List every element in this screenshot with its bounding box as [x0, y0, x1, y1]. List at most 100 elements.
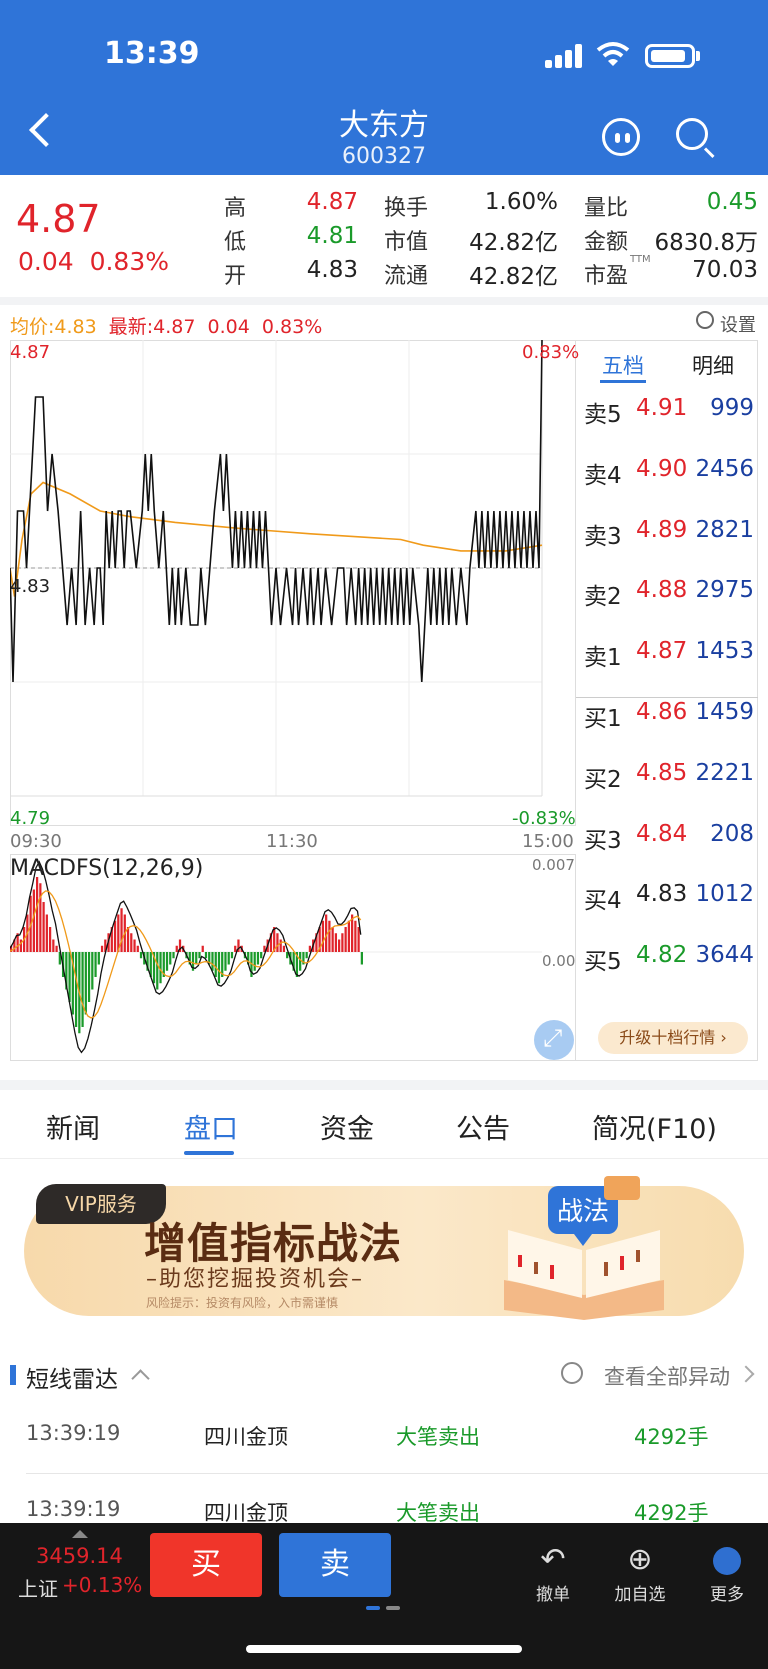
gear-icon[interactable] — [696, 311, 714, 329]
bid-level-row[interactable]: 买3 4.84 208 — [584, 820, 754, 854]
buy-button[interactable]: 买 — [150, 1533, 262, 1597]
level-volume: 2221 — [695, 759, 754, 786]
battery-icon — [645, 44, 695, 68]
chevron-right-icon[interactable] — [737, 1365, 755, 1383]
macd-bar — [55, 945, 58, 952]
macd-bar — [338, 939, 341, 952]
tab-five-levels[interactable]: 五档 — [602, 350, 644, 380]
index-value[interactable]: 3459.14 — [36, 1544, 123, 1568]
radar-stock: 四川金顶 — [204, 1425, 288, 1449]
turnover-value: 1.60% — [484, 189, 558, 215]
radar-divider — [26, 1473, 768, 1474]
tab-announcement[interactable]: 公告 — [456, 1107, 510, 1146]
tab-handicap[interactable]: 盘口 — [184, 1107, 238, 1146]
more-label: 更多 — [710, 1585, 744, 1605]
y-mid-label: 4.83 — [10, 576, 51, 597]
level-volume: 1459 — [695, 699, 754, 725]
macd-bar — [347, 920, 351, 952]
mcap-label: 市值 — [384, 230, 429, 255]
tab-tick-detail[interactable]: 明细 — [692, 350, 734, 380]
ask-level-row[interactable]: 卖3 4.89 2821 — [584, 516, 754, 550]
wifi-icon — [596, 42, 630, 66]
turnover-label: 换手 — [384, 196, 429, 221]
macd-bar — [195, 952, 198, 965]
macd-bar — [357, 927, 360, 952]
bid-level-row[interactable]: 买1 4.86 1459 — [584, 699, 754, 732]
macd-bar — [276, 933, 279, 952]
index-expand-icon[interactable] — [72, 1530, 88, 1538]
tab-f10[interactable]: 简况(F10) — [592, 1107, 717, 1146]
tab-funds[interactable]: 资金 — [320, 1107, 374, 1146]
ask-level-row[interactable]: 卖4 4.90 2456 — [584, 456, 754, 489]
level-volume: 1453 — [695, 638, 754, 665]
settings-link[interactable]: 设置 — [720, 311, 756, 337]
y-top-label: 4.87 — [10, 342, 51, 363]
level-price: 4.91 — [636, 395, 688, 421]
upgrade-ten-level-button[interactable]: 升级十档行情 › — [598, 1022, 748, 1054]
macd-bar — [81, 952, 84, 1027]
radar-time: 13:39:19 — [26, 1421, 121, 1445]
battery-tip — [696, 51, 700, 61]
low-value: 4.81 — [306, 223, 358, 249]
expand-chart-button[interactable] — [534, 1020, 574, 1060]
level-label: 买4 — [584, 888, 622, 915]
index-change: +0.13% — [62, 1573, 143, 1597]
macd-bar — [100, 945, 104, 952]
bid-level-row[interactable]: 买5 4.82 3644 — [584, 942, 754, 975]
mcap-value: 42.82亿 — [469, 230, 558, 256]
more-button[interactable]: 更多 — [692, 1540, 762, 1605]
y-right-top-label: 0.83% — [522, 342, 580, 363]
caret-up-icon[interactable] — [131, 1369, 150, 1388]
level-label: 卖3 — [584, 523, 622, 550]
macd-bar — [48, 927, 52, 952]
view-all-alerts-link[interactable]: 查看全部异动 — [604, 1361, 730, 1391]
banner-risk-note: 风险提示：投资有风险，入市需谨慎 — [146, 1296, 339, 1310]
app-header: 13:39 大东方 600327 — [0, 0, 768, 175]
orderbook-divider — [576, 697, 758, 698]
macd-bar — [334, 933, 338, 952]
x-tick-open: 09:30 — [10, 831, 62, 852]
level-label: 买3 — [584, 827, 622, 854]
chart-legend: 均价:4.83 最新:4.87 0.04 0.83% — [10, 312, 322, 339]
search-icon[interactable] — [676, 118, 708, 150]
radar-settings-icon[interactable] — [561, 1362, 583, 1384]
macd-bar — [253, 952, 256, 971]
cell-signal-icon — [545, 44, 585, 68]
y-right-bottom-label: -0.83% — [512, 808, 576, 829]
macd-bar — [204, 952, 208, 959]
change-value: 0.04 — [18, 247, 74, 276]
ask-level-row[interactable]: 卖2 4.88 2975 — [584, 577, 754, 610]
tab-news[interactable]: 新闻 — [46, 1107, 100, 1146]
ask-level-row[interactable]: 卖5 4.91 999 — [584, 395, 754, 428]
level-price: 4.84 — [636, 820, 688, 847]
level-label: 买1 — [584, 706, 622, 732]
ask-level-row[interactable]: 卖1 4.87 1453 — [584, 638, 754, 671]
level-volume: 2821 — [695, 516, 754, 543]
cancel-order-button[interactable]: ↶ 撤单 — [518, 1540, 588, 1605]
macd-bar — [45, 914, 48, 952]
macd-bar — [321, 920, 325, 952]
bid-level-row[interactable]: 买2 4.85 2221 — [584, 759, 754, 793]
intraday-chart[interactable] — [10, 340, 576, 826]
macd-bar — [344, 927, 347, 952]
macd-bar — [256, 952, 260, 965]
level-price: 4.83 — [636, 881, 688, 908]
bid-level-row[interactable]: 买4 4.83 1012 — [584, 881, 754, 914]
macd-bar — [52, 939, 55, 952]
radar-row[interactable]: 13:39:19 四川金顶 大笔卖出 4292手 — [0, 1421, 768, 1481]
chat-icon[interactable] — [602, 118, 640, 156]
active-tab-underline — [184, 1151, 234, 1155]
macd-bar — [42, 902, 45, 952]
macd-bar — [217, 952, 221, 984]
level-volume: 3644 — [695, 942, 754, 969]
high-label: 高 — [224, 196, 247, 221]
avg-price-legend: 均价:4.83 — [10, 316, 97, 338]
macd-chart[interactable] — [10, 854, 576, 1061]
book-label: 战法 — [557, 1197, 609, 1227]
macd-bar — [299, 952, 302, 971]
add-watchlist-button[interactable]: ⊕ 加自选 — [605, 1540, 675, 1605]
macd-bar — [279, 939, 282, 952]
book-illustration-icon: 战法 — [504, 1176, 664, 1320]
sell-button[interactable]: 卖 — [279, 1533, 391, 1597]
x-tick-noon: 11:30 — [266, 831, 318, 852]
